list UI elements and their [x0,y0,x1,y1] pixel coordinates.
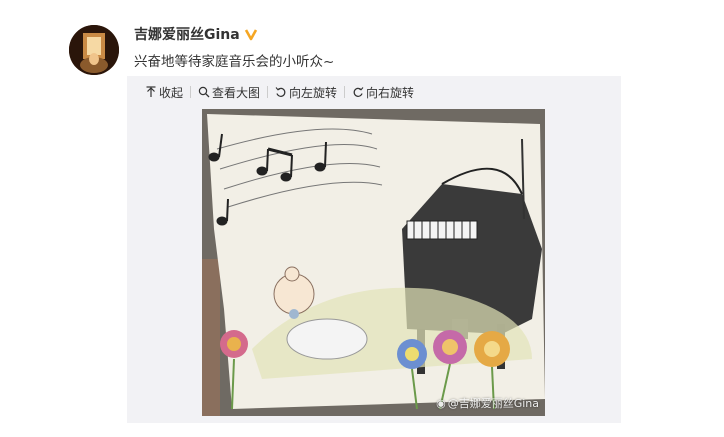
toolbar-divider [267,86,269,98]
username[interactable]: 吉娜爱丽丝Gina [134,24,258,44]
rotate-left-button[interactable]: 向左旋转 [275,84,337,101]
collapse-label: 收起 [159,85,184,100]
rotate-right-icon [353,87,364,97]
rotate-left-icon [275,87,286,97]
rotate-left-label: 向左旋转 [289,85,338,100]
image-toolbar: 收起 查看大图 向左旋转 向右旋转 [127,76,414,108]
toolbar-divider [190,86,192,98]
arrow-up-icon [146,86,156,97]
toolbar-divider [344,86,346,98]
view-large-label: 查看大图 [212,85,261,100]
rotate-right-button[interactable]: 向右旋转 [352,84,414,101]
drawing-illustration [202,109,545,416]
weibo-logo-icon: ◉ [436,396,446,410]
post-text: 兴奋地等待家庭音乐会的小听众~ [134,54,335,70]
watermark-text: @吉娜爱丽丝Gina [447,397,539,410]
avatar-image [69,25,119,75]
verified-badge-icon [244,29,257,41]
rotate-right-label: 向右旋转 [366,85,415,100]
avatar[interactable] [69,25,119,75]
post-image[interactable]: ◉ @吉娜爱丽丝Gina [202,109,545,416]
media-box: 收起 查看大图 向左旋转 向右旋转 ◉ @吉娜爱丽丝Gina [127,76,621,423]
username-text[interactable]: 吉娜爱丽丝Gina [134,24,240,44]
view-large-button[interactable]: 查看大图 [198,84,260,101]
search-icon [198,86,210,98]
image-watermark: ◉ @吉娜爱丽丝Gina [436,395,539,411]
collapse-button[interactable]: 收起 [145,84,183,101]
